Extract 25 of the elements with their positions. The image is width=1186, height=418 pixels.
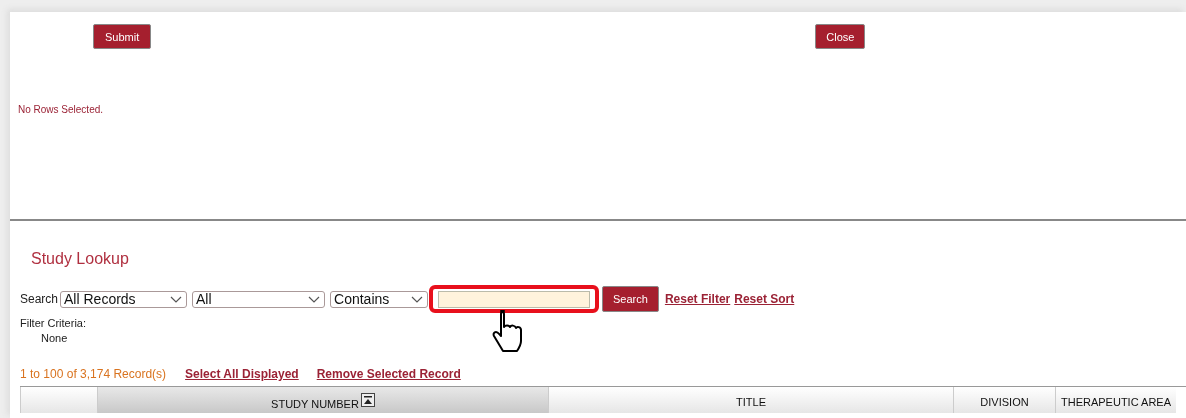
status-message: No Rows Selected. xyxy=(18,104,105,115)
submit-button[interactable]: Submit xyxy=(93,24,152,49)
record-count: 1 to 100 of 3,174 Record(s) xyxy=(20,367,167,381)
section-title: Study Lookup xyxy=(31,250,130,269)
search-field[interactable] xyxy=(429,285,600,313)
close-button[interactable]: Close xyxy=(815,24,866,49)
reset-link[interactable]: Reset Filter xyxy=(664,292,731,306)
column-header[interactable]: THERAPEUTIC AREA xyxy=(1055,387,1176,413)
column-header[interactable]: TITLE xyxy=(548,387,953,413)
search-label: Search xyxy=(20,292,59,306)
remove-selected-link[interactable]: Remove Selected Record xyxy=(316,367,461,381)
chevron-down-icon[interactable] xyxy=(411,295,424,303)
search-button[interactable]: Search xyxy=(602,286,659,312)
column-header[interactable]: STUDY NUMBER xyxy=(97,387,548,413)
filter-dropdown[interactable]: Contains xyxy=(330,290,429,308)
chevron-down-icon[interactable] xyxy=(308,295,321,303)
filter-criteria-value: None xyxy=(41,332,69,344)
reset-link[interactable]: Reset Sort xyxy=(734,292,795,306)
column-header[interactable]: DIVISION xyxy=(953,387,1055,413)
filter-criteria-label: Filter Criteria: xyxy=(20,317,87,329)
filter-dropdown[interactable]: All Records xyxy=(60,290,188,308)
sort-ascending-icon[interactable] xyxy=(360,393,375,407)
chevron-down-icon[interactable] xyxy=(170,295,183,303)
select-all-link[interactable]: Select All Displayed xyxy=(185,367,299,381)
filter-dropdown[interactable]: All xyxy=(192,290,326,308)
